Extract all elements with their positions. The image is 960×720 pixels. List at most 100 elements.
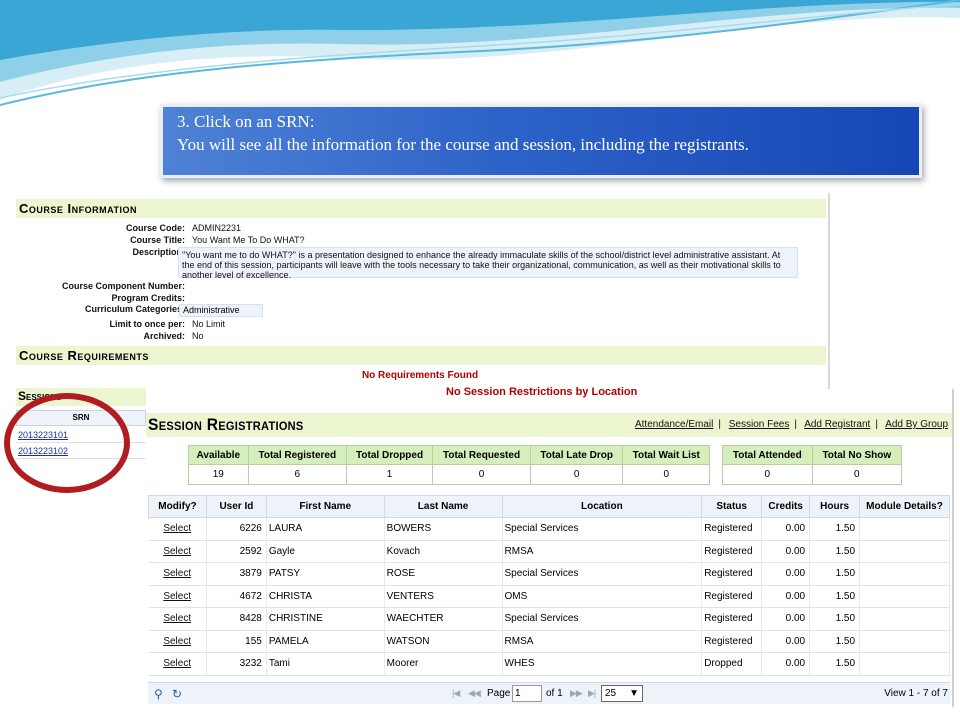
select-link[interactable]: Select [163, 613, 191, 624]
last-name-cell: WATSON [384, 630, 503, 653]
select-link[interactable]: Select [163, 568, 191, 579]
registration-totals-table: Available Total Registered Total Dropped… [188, 445, 710, 485]
status-cell: Dropped [701, 652, 763, 676]
column-header[interactable]: Last Name [383, 495, 503, 518]
select-link[interactable]: Select [163, 591, 191, 602]
field-value: No Limit [192, 319, 226, 329]
description-value: "You want me to do WHAT?" is a presentat… [178, 247, 798, 280]
stat-value: 1 [345, 464, 434, 485]
table-row: Select 3232 Tami Moorer WHES Dropped 0.00 1.50 [148, 652, 950, 676]
hours-cell: 1.50 [809, 630, 861, 653]
page-number-input[interactable]: 1 [512, 685, 542, 702]
hours-cell: 1.50 [809, 540, 861, 563]
select-link[interactable]: Select [163, 658, 191, 669]
column-header[interactable]: Location [501, 495, 703, 518]
view-range-text: View 1 - 7 of 7 [884, 688, 948, 699]
location-cell: WHES [502, 652, 703, 676]
field-label: Course Title: [130, 235, 185, 245]
callout-step: 3. Click on an SRN: [177, 112, 315, 131]
status-cell: Registered [701, 540, 763, 563]
field-value: You Want Me To Do WHAT? [192, 235, 305, 245]
status-cell: Registered [701, 585, 763, 608]
user-id-cell: 3232 [206, 652, 267, 676]
field-label: Description: [132, 247, 185, 257]
column-header[interactable]: Credits [761, 495, 811, 518]
stat-header: Total Late Drop [529, 445, 624, 465]
course-information-heading: Course Information [16, 199, 826, 218]
add-by-group-link[interactable]: Add By Group [885, 419, 948, 430]
user-id-cell: 2592 [206, 540, 267, 563]
first-name-cell: CHRISTA [266, 585, 385, 608]
hours-cell: 1.50 [809, 562, 861, 586]
location-cell: OMS [502, 585, 703, 608]
session-fees-link[interactable]: Session Fees [729, 419, 790, 430]
add-registrant-link[interactable]: Add Registrant [804, 419, 870, 430]
column-header[interactable]: Module Details? [859, 495, 950, 518]
registrations-title-bar: Session Registrations Attendance/Email | … [146, 413, 952, 437]
column-header[interactable]: Hours [809, 495, 861, 518]
credits-cell: 0.00 [761, 517, 811, 541]
session-registrations-heading: Session Registrations [148, 415, 304, 434]
first-name-cell: Gayle [266, 540, 385, 563]
chevron-down-icon: ▼ [629, 688, 639, 699]
attendance-email-link[interactable]: Attendance/Email [635, 419, 713, 430]
first-page-icon[interactable]: |◀ [452, 688, 460, 699]
first-name-cell: LAURA [266, 517, 385, 541]
rows-per-page-select[interactable]: 25 ▼ [601, 685, 643, 702]
stat-value: 0 [432, 464, 531, 485]
table-row: Select 155 PAMELA WATSON RMSA Registered 0.00 1… [148, 630, 950, 653]
user-id-cell: 6226 [206, 517, 267, 541]
stat-value: 0 [811, 464, 903, 485]
decorative-header-swoosh [0, 0, 960, 106]
select-link[interactable]: Select [163, 523, 191, 534]
callout-text: You will see all the information for the… [177, 135, 749, 154]
column-header[interactable]: Status [701, 495, 763, 518]
status-cell: Registered [701, 562, 763, 586]
table-row: Select 6226 LAURA BOWERS Special Services Reg… [148, 517, 950, 541]
prev-page-icon[interactable]: ◀◀ [468, 688, 481, 699]
course-information-panel: Course Information Course Code: ADMIN223… [14, 193, 830, 389]
search-icon[interactable]: ⚲ [154, 687, 163, 701]
session-restriction-message: No Session Restrictions by Location [446, 386, 638, 398]
highlight-circle [4, 393, 130, 493]
last-name-cell: Kovach [384, 540, 503, 563]
column-header[interactable]: User Id [205, 495, 267, 518]
credits-cell: 0.00 [761, 630, 811, 653]
column-header[interactable]: Modify? [148, 495, 207, 518]
hours-cell: 1.50 [809, 517, 861, 541]
column-header[interactable]: First Name [265, 495, 385, 518]
last-page-icon[interactable]: ▶| [588, 688, 596, 699]
pager-bar: ⚲ ↻ |◀ ◀◀ Page 1 of 1 ▶▶ ▶| 25 ▼ View 1 … [148, 682, 950, 704]
table-row: Select 3879 PATSY ROSE Special Services Regis… [148, 562, 950, 586]
hours-cell: 1.50 [809, 585, 861, 608]
user-id-cell: 8428 [206, 607, 267, 631]
first-name-cell: PAMELA [266, 630, 385, 653]
module-details-cell [859, 652, 950, 676]
select-link[interactable]: Select [163, 636, 191, 647]
last-name-cell: Moorer [384, 652, 503, 676]
credits-cell: 0.00 [761, 585, 811, 608]
registrants-table: Modify? User Id First Name Last Name Loc… [148, 495, 950, 676]
stat-header: Total Dropped [345, 445, 434, 465]
last-name-cell: ROSE [384, 562, 503, 586]
page-label: Page [487, 688, 511, 699]
page-count-label: of 1 [546, 688, 563, 699]
select-cell: Select [148, 517, 207, 541]
stat-header: Total Wait List [622, 445, 710, 465]
select-cell: Select [148, 562, 207, 586]
refresh-icon[interactable]: ↻ [172, 687, 182, 701]
stat-value: 0 [529, 464, 624, 485]
select-cell: Select [148, 652, 207, 676]
instruction-callout: 3. Click on an SRN: You will see all the… [160, 104, 922, 178]
select-link[interactable]: Select [163, 546, 191, 557]
field-label: Archived: [143, 331, 185, 341]
status-cell: Registered [701, 517, 763, 541]
next-page-icon[interactable]: ▶▶ [570, 688, 583, 699]
field-label: Program Credits: [111, 293, 185, 303]
select-cell: Select [148, 607, 207, 631]
stat-header: Available [188, 445, 249, 465]
select-cell: Select [148, 630, 207, 653]
rows-per-page-value: 25 [605, 688, 617, 699]
credits-cell: 0.00 [761, 540, 811, 563]
table-row: Select 4672 CHRISTA VENTERS OMS Registered 0.0… [148, 585, 950, 608]
